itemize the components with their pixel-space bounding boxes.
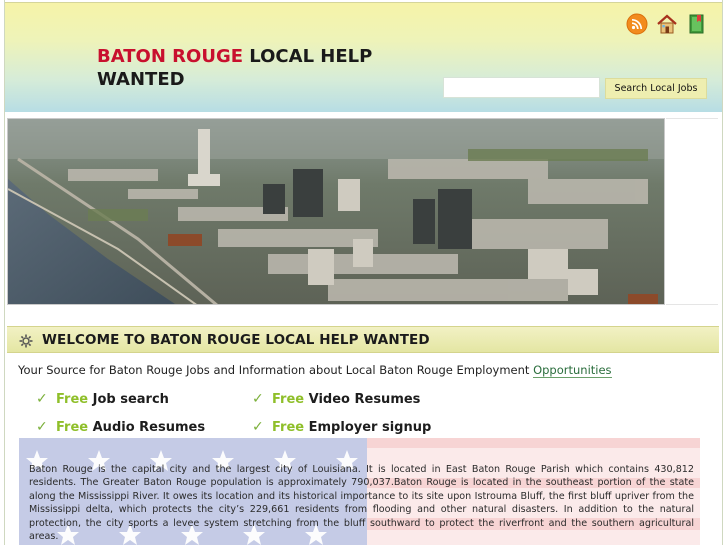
check-icon: ✓ [252,391,264,407]
feature-label: Video Resumes [308,391,421,407]
feature-free-label: Free [272,419,305,435]
feature-audio-resumes[interactable]: ✓ Free Audio Resumes [36,419,205,435]
hero-aerial-image [7,118,665,305]
search-local-jobs-button[interactable]: Search Local Jobs [605,78,707,99]
about-baton-rouge-text: Baton Rouge is the capital city and the … [29,464,694,543]
hero-side-strip [666,118,718,305]
intro-sentence: Your Source for Baton Rouge Jobs and Inf… [18,363,530,377]
welcome-section-bar: WELCOME TO BATON ROUGE LOCAL HELP WANTED [7,326,719,353]
opportunities-link[interactable]: Opportunities [533,363,612,378]
home-icon[interactable] [656,13,678,35]
feature-video-resumes[interactable]: ✓ Free Video Resumes [252,391,420,407]
rss-icon[interactable] [626,13,648,35]
feature-label: Employer signup [308,419,432,435]
feature-free-label: Free [56,391,89,407]
check-icon: ✓ [252,419,264,435]
feature-employer-signup[interactable]: ✓ Free Employer signup [252,419,431,435]
feature-free-label: Free [272,391,305,407]
header-icon-group [626,13,708,35]
bookmark-icon[interactable] [686,13,708,35]
check-icon: ✓ [36,419,48,435]
gear-icon [19,333,33,348]
check-icon: ✓ [36,391,48,407]
welcome-heading: WELCOME TO BATON ROUGE LOCAL HELP WANTED [42,332,430,348]
search-input[interactable] [443,77,600,98]
feature-free-label: Free [56,419,89,435]
feature-label: Job search [92,391,169,407]
site-title-accent: BATON ROUGE [97,46,244,67]
site-title[interactable]: BATON ROUGE LOCAL HELP WANTED [97,45,417,91]
intro-text: Your Source for Baton Rouge Jobs and Inf… [18,363,612,378]
feature-label: Audio Resumes [92,419,206,435]
feature-job-search[interactable]: ✓ Free Job search [36,391,169,407]
